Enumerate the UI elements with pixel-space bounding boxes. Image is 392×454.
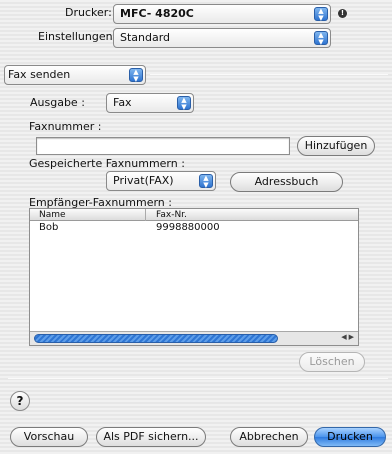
preview-button[interactable]: Vorschau xyxy=(10,427,88,447)
output-label: Ausgabe : xyxy=(30,96,85,109)
column-divider xyxy=(145,209,146,221)
output-value: Fax xyxy=(113,96,132,109)
panel-divider xyxy=(150,74,388,75)
printer-value: MFC- 4820C xyxy=(120,7,194,20)
column-fax[interactable]: Fax-Nr. xyxy=(156,209,187,221)
footer-divider xyxy=(8,378,388,379)
popup-arrows-icon: ▲ ▼ xyxy=(177,96,191,111)
settings-label: Einstellungen: xyxy=(38,30,117,43)
save-pdf-button[interactable]: Als PDF sichern... xyxy=(96,427,206,447)
row-fax: 9998880000 xyxy=(156,222,220,233)
recipients-table[interactable]: Name Fax-Nr. Bob 9998880000 ◀▶ xyxy=(29,208,359,346)
popup-arrows-icon: ▲ ▼ xyxy=(129,68,143,83)
print-button[interactable]: Drucken xyxy=(314,427,386,447)
table-header: Name Fax-Nr. xyxy=(30,209,358,221)
horizontal-scrollbar[interactable]: ◀▶ xyxy=(30,331,358,345)
fax-number-label: Faxnummer : xyxy=(29,120,102,133)
panel-value: Fax senden xyxy=(8,68,71,81)
output-popup[interactable]: Fax ▲ ▼ xyxy=(106,93,194,113)
printer-popup[interactable]: MFC- 4820C ▲ ▼ xyxy=(113,4,331,24)
popup-arrows-icon: ▲ ▼ xyxy=(314,7,328,22)
panel-popup[interactable]: Fax senden ▲ ▼ xyxy=(4,65,146,85)
add-button[interactable]: Hinzufügen xyxy=(297,136,375,156)
popup-arrows-icon: ▲ ▼ xyxy=(199,174,213,189)
stored-numbers-popup[interactable]: Privat(FAX) ▲ ▼ xyxy=(106,171,216,191)
scroll-thumb[interactable] xyxy=(34,334,278,343)
help-icon[interactable]: ? xyxy=(10,391,30,411)
address-book-button[interactable]: Adressbuch xyxy=(230,172,343,192)
cancel-button[interactable]: Abbrechen xyxy=(230,427,308,447)
settings-value: Standard xyxy=(120,31,171,44)
delete-button[interactable]: Löschen xyxy=(299,352,365,372)
stored-numbers-label: Gespeicherte Faxnummern : xyxy=(29,157,185,170)
printer-label: Drucker: xyxy=(65,6,112,19)
column-name[interactable]: Name xyxy=(39,209,66,221)
stored-numbers-value: Privat(FAX) xyxy=(113,174,174,187)
fax-number-input[interactable] xyxy=(36,137,290,155)
row-name: Bob xyxy=(39,222,59,233)
scroll-arrows-icon[interactable]: ◀▶ xyxy=(341,333,356,341)
popup-arrows-icon: ▲ ▼ xyxy=(314,31,328,46)
settings-popup[interactable]: Standard ▲ ▼ xyxy=(113,28,331,48)
info-icon[interactable]: ! xyxy=(338,9,347,18)
table-row[interactable]: Bob 9998880000 xyxy=(30,221,358,235)
